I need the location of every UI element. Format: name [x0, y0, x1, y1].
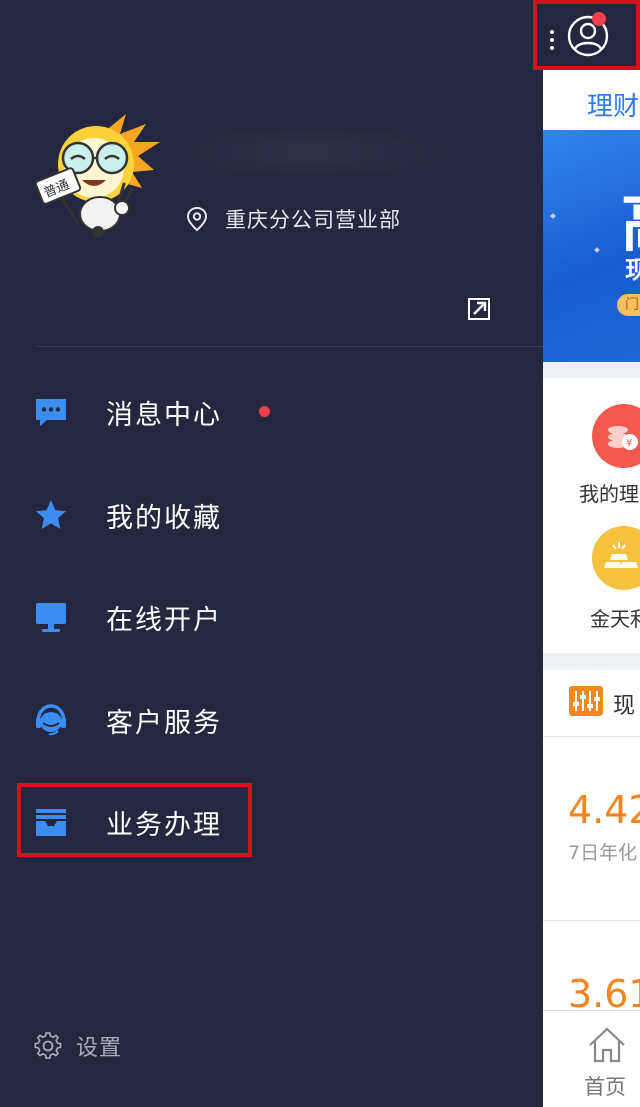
- sliders-icon: [569, 686, 603, 716]
- menu-label: 在线开户: [106, 604, 222, 636]
- settings-button[interactable]: 设置: [34, 1030, 122, 1062]
- external-link-icon[interactable]: [466, 296, 492, 322]
- coin-stack-icon[interactable]: ¥: [592, 404, 640, 468]
- notification-badge: [259, 406, 270, 417]
- branch-location: 重庆分公司营业部: [186, 204, 401, 234]
- side-drawer: 普通 重庆分公司营业部 消息中心 我的收藏 在线开户 客户服务 业务办理 设置: [0, 0, 543, 1107]
- menu-label: 消息中心: [106, 399, 222, 431]
- menu-item-online-account[interactable]: 在线开户: [34, 587, 294, 647]
- star-icon: [34, 498, 68, 532]
- product-section: 现 4.42 7日年化 3.61: [543, 670, 640, 1016]
- grid-label: 金天利: [590, 607, 640, 631]
- quick-grid: ¥ 我的理 金天利: [543, 378, 640, 653]
- monitor-icon: [34, 600, 68, 634]
- avatar[interactable]: 普通: [34, 112, 164, 238]
- divider: [36, 346, 543, 347]
- gold-bar-icon[interactable]: [592, 526, 640, 590]
- menu-label: 客户服务: [106, 707, 222, 739]
- divider: [543, 920, 640, 921]
- section-title: 现: [613, 694, 636, 719]
- grid-label: 我的理: [579, 482, 639, 506]
- home-icon[interactable]: [587, 1025, 627, 1065]
- divider: [543, 736, 640, 737]
- svg-text:¥: ¥: [626, 438, 632, 449]
- tab-home[interactable]: 首页: [584, 1071, 626, 1101]
- mascot-avatar-icon: [34, 114, 160, 238]
- user-profile-button[interactable]: [533, 0, 640, 70]
- bottom-tab-bar: 首页: [543, 1010, 640, 1107]
- menu-item-customer-service[interactable]: 客户服务: [34, 690, 294, 750]
- yield-label: 7日年化: [568, 842, 638, 864]
- settings-label: 设置: [76, 1036, 123, 1061]
- branch-name: 重庆分公司营业部: [225, 208, 401, 232]
- tab-bar: 理财: [543, 70, 640, 130]
- banner-sparkle: [550, 213, 556, 219]
- highlight-annotation: [17, 783, 252, 857]
- username-redacted: [190, 122, 490, 182]
- more-icon: [550, 30, 554, 50]
- notification-badge: [592, 12, 606, 26]
- menu-item-favorites[interactable]: 我的收藏: [34, 485, 294, 545]
- promo-banner[interactable]: 高 现 门: [543, 130, 640, 362]
- tab-finance[interactable]: 理财: [587, 86, 639, 123]
- gear-icon: [34, 1032, 62, 1059]
- yield-rate[interactable]: 4.42: [568, 788, 640, 832]
- location-pin-icon: [186, 206, 208, 232]
- message-icon: [34, 395, 68, 429]
- banner-pill: 门: [617, 294, 640, 316]
- menu-label: 我的收藏: [106, 502, 222, 534]
- banner-subhead: 现: [625, 256, 640, 284]
- menu-item-message-center[interactable]: 消息中心: [34, 382, 294, 442]
- banner-sparkle: [594, 247, 600, 253]
- headset-icon: [34, 703, 68, 737]
- app-main-peek[interactable]: 理财 高 现 门 ¥ 我的理 金天利: [543, 0, 640, 1107]
